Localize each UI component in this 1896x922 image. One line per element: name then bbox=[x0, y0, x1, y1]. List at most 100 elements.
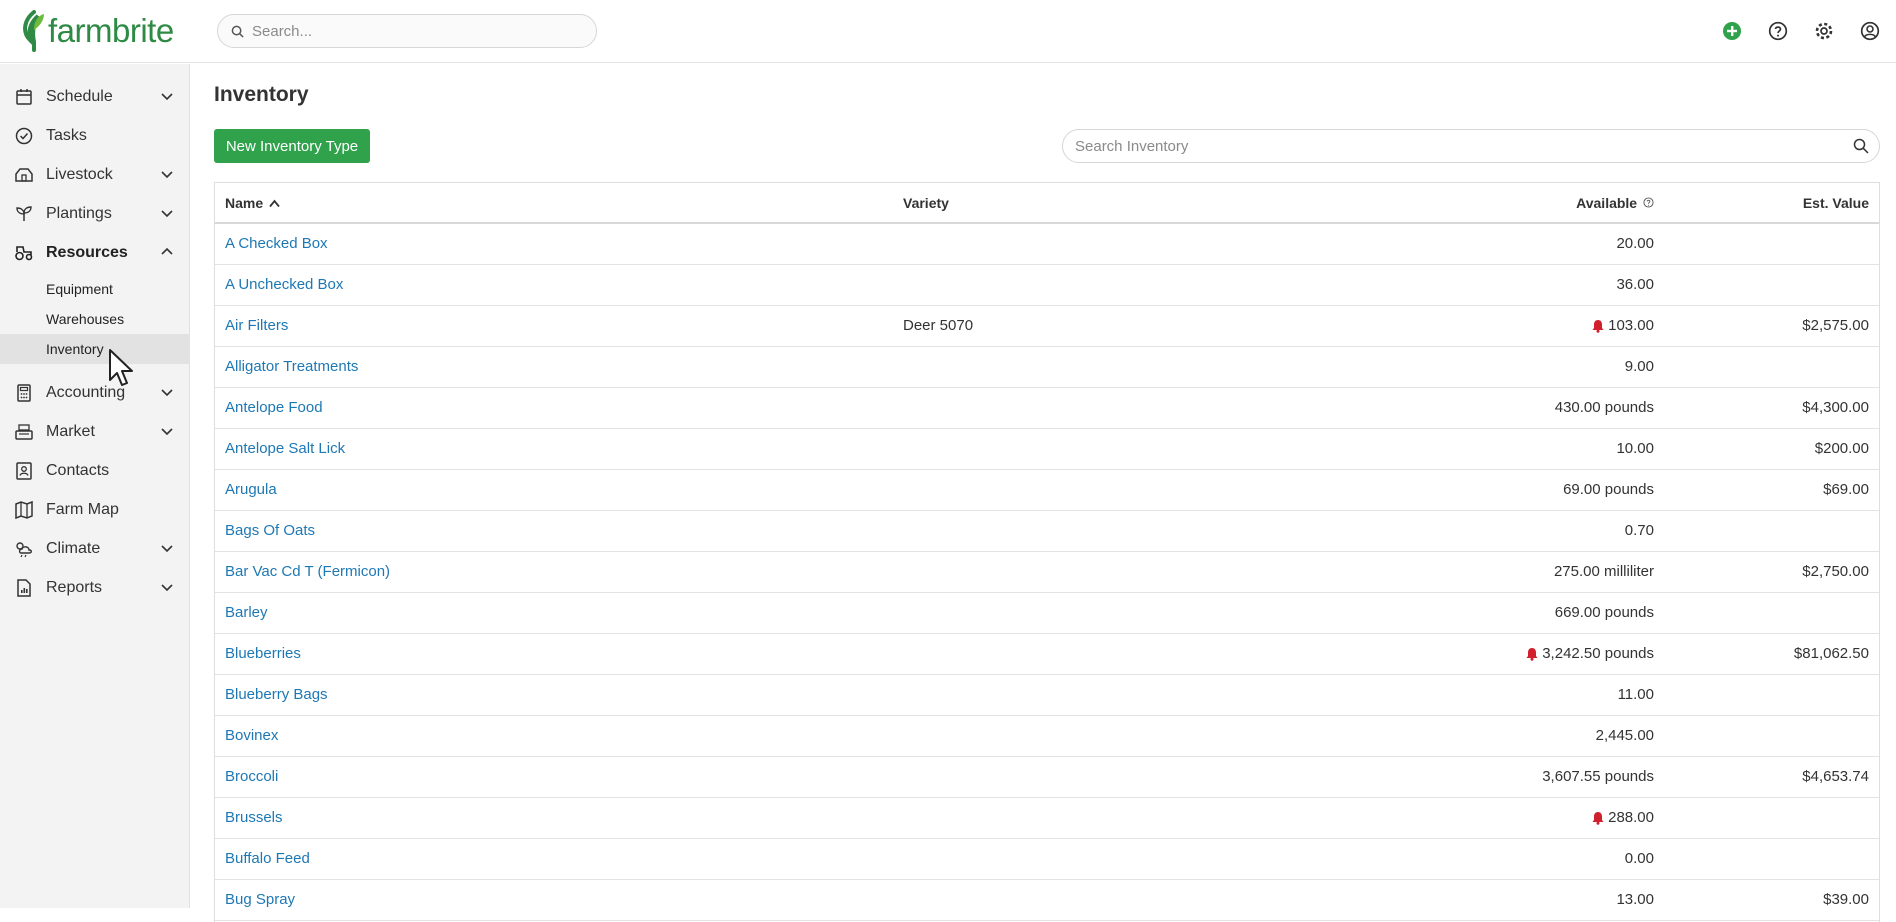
sidebar-subitem-label: Inventory bbox=[46, 341, 104, 357]
inventory-name-link[interactable]: Barley bbox=[225, 604, 268, 621]
inventory-search-input[interactable] bbox=[1075, 137, 1835, 155]
table-row[interactable]: Blueberry Bags 11.00 bbox=[215, 675, 1879, 716]
inventory-name-link[interactable]: Antelope Salt Lick bbox=[225, 440, 345, 457]
sidebar-subitem-warehouses[interactable]: Warehouses bbox=[0, 304, 190, 334]
column-header-variety[interactable]: Variety bbox=[903, 195, 949, 211]
inventory-name-link[interactable]: Bug Spray bbox=[225, 891, 295, 908]
table-row[interactable]: Air Filters Deer 5070 103.00 $2,575.00 bbox=[215, 306, 1879, 347]
inventory-name-link[interactable]: Brussels bbox=[225, 809, 283, 826]
inventory-name-link[interactable]: A Unchecked Box bbox=[225, 276, 343, 293]
table-row[interactable]: Blueberries 3,242.50 pounds $81,062.50 bbox=[215, 634, 1879, 675]
inventory-name-link[interactable]: Alligator Treatments bbox=[225, 358, 358, 375]
inventory-variety: Deer 5070 bbox=[903, 317, 974, 334]
table-row[interactable]: Buffalo Feed 0.00 bbox=[215, 839, 1879, 880]
inventory-available: 2,445.00 bbox=[1596, 727, 1654, 744]
chevron-down-icon bbox=[161, 171, 173, 179]
new-inventory-type-button[interactable]: New Inventory Type bbox=[214, 129, 370, 163]
sidebar-item-label: Resources bbox=[46, 243, 128, 261]
map-icon bbox=[15, 500, 33, 520]
farmbrite-logo[interactable]: farmbrite bbox=[20, 8, 174, 54]
sidebar-item-plantings[interactable]: Plantings bbox=[0, 194, 190, 233]
inventory-available: 11.00 bbox=[1618, 686, 1654, 703]
main-content: Inventory New Inventory Type Name Variet… bbox=[191, 64, 1896, 922]
column-header-est-value[interactable]: Est. Value bbox=[1803, 195, 1869, 211]
chevron-down-icon bbox=[161, 545, 173, 553]
inventory-search[interactable] bbox=[1062, 129, 1880, 163]
low-stock-bell-icon bbox=[1526, 647, 1538, 661]
inventory-est-value: $2,750.00 bbox=[1802, 563, 1869, 580]
inventory-name-link[interactable]: Blueberry Bags bbox=[225, 686, 328, 703]
sidebar-item-farm-map[interactable]: Farm Map bbox=[0, 490, 190, 529]
sidebar-item-resources[interactable]: Resources bbox=[0, 233, 190, 272]
report-icon bbox=[17, 579, 31, 597]
chevron-up-icon bbox=[161, 247, 173, 255]
inventory-available-value: 10.00 bbox=[1616, 440, 1654, 457]
top-icons bbox=[1718, 17, 1896, 45]
inventory-available-value: 0.70 bbox=[1624, 522, 1654, 539]
table-row[interactable]: Alligator Treatments 9.00 bbox=[215, 347, 1879, 388]
inventory-name-link[interactable]: A Checked Box bbox=[225, 235, 328, 252]
inventory-name-link[interactable]: Arugula bbox=[225, 481, 277, 498]
logo-text: farmbrite bbox=[48, 12, 174, 49]
sidebar-subitem-inventory[interactable]: Inventory bbox=[0, 334, 190, 364]
table-row[interactable]: Antelope Salt Lick 10.00 $200.00 bbox=[215, 429, 1879, 470]
sidebar: Schedule Tasks Livestock Plantings Resou… bbox=[0, 64, 190, 908]
table-row[interactable]: Barley 669.00 pounds bbox=[215, 593, 1879, 634]
inventory-name-link[interactable]: Bags Of Oats bbox=[225, 522, 315, 539]
sidebar-item-contacts[interactable]: Contacts bbox=[0, 451, 190, 490]
calculator-icon bbox=[17, 384, 31, 402]
table-row[interactable]: Bags Of Oats 0.70 bbox=[215, 511, 1879, 552]
table-row[interactable]: Bovinex 2,445.00 bbox=[215, 716, 1879, 757]
search-icon[interactable] bbox=[1853, 138, 1869, 154]
inventory-name-link[interactable]: Broccoli bbox=[225, 768, 278, 785]
global-search-input[interactable] bbox=[252, 22, 572, 40]
column-header-label: Name bbox=[225, 195, 264, 211]
sidebar-subitem-equipment[interactable]: Equipment bbox=[0, 274, 190, 304]
table-row[interactable]: A Checked Box 20.00 bbox=[215, 224, 1879, 265]
help-icon[interactable] bbox=[1764, 17, 1792, 45]
table-row[interactable]: Brussels 288.00 bbox=[215, 798, 1879, 839]
column-header-name[interactable]: Name bbox=[225, 195, 280, 211]
inventory-name-link[interactable]: Buffalo Feed bbox=[225, 850, 310, 867]
inventory-name-link[interactable]: Air Filters bbox=[225, 317, 288, 334]
inventory-available-value: 69.00 pounds bbox=[1563, 481, 1654, 498]
column-header-available[interactable]: Available bbox=[1576, 195, 1654, 211]
inventory-name-link[interactable]: Blueberries bbox=[225, 645, 301, 662]
table-row[interactable]: Bug Spray 13.00 $39.00 bbox=[215, 880, 1879, 921]
inventory-available: 69.00 pounds bbox=[1563, 481, 1654, 498]
table-row[interactable]: A Unchecked Box 36.00 bbox=[215, 265, 1879, 306]
inventory-table: Name Variety Available Est. Value A Chec… bbox=[214, 182, 1880, 922]
inventory-available: 3,242.50 pounds bbox=[1525, 645, 1654, 662]
account-user-icon[interactable] bbox=[1856, 17, 1884, 45]
add-circle-icon[interactable] bbox=[1718, 17, 1746, 45]
inventory-available-value: 430.00 pounds bbox=[1554, 399, 1654, 416]
sidebar-item-climate[interactable]: Climate bbox=[0, 529, 190, 568]
table-row[interactable]: Arugula 69.00 pounds $69.00 bbox=[215, 470, 1879, 511]
sidebar-item-market[interactable]: Market bbox=[0, 412, 190, 451]
inventory-available-value: 13.00 bbox=[1616, 891, 1654, 908]
inventory-est-value: $200.00 bbox=[1814, 440, 1869, 457]
tractor-icon bbox=[15, 246, 33, 261]
inventory-name-link[interactable]: Antelope Food bbox=[225, 399, 323, 416]
settings-gear-icon[interactable] bbox=[1810, 17, 1838, 45]
sidebar-item-accounting[interactable]: Accounting bbox=[0, 373, 190, 412]
help-icon[interactable] bbox=[1643, 197, 1654, 208]
inventory-available-value: 36.00 bbox=[1616, 276, 1654, 293]
sidebar-item-tasks[interactable]: Tasks bbox=[0, 116, 190, 155]
sidebar-item-schedule[interactable]: Schedule bbox=[0, 77, 190, 116]
inventory-available: 13.00 bbox=[1616, 891, 1654, 908]
table-row[interactable]: Broccoli 3,607.55 pounds $4,653.74 bbox=[215, 757, 1879, 798]
inventory-name-link[interactable]: Bovinex bbox=[225, 727, 278, 744]
inventory-name-link[interactable]: Bar Vac Cd T (Fermicon) bbox=[225, 563, 390, 580]
inventory-available: 103.00 bbox=[1591, 317, 1654, 334]
sidebar-item-label: Plantings bbox=[46, 204, 112, 222]
sidebar-item-reports[interactable]: Reports bbox=[0, 568, 190, 607]
table-row[interactable]: Bar Vac Cd T (Fermicon) 275.00 milliliter… bbox=[215, 552, 1879, 593]
inventory-est-value: $2,575.00 bbox=[1802, 317, 1869, 334]
global-search[interactable] bbox=[217, 14, 597, 48]
sidebar-item-livestock[interactable]: Livestock bbox=[0, 155, 190, 194]
table-row[interactable]: Antelope Food 430.00 pounds $4,300.00 bbox=[215, 388, 1879, 429]
inventory-available: 20.00 bbox=[1616, 235, 1654, 252]
inventory-available-value: 9.00 bbox=[1624, 358, 1654, 375]
search-icon bbox=[231, 25, 244, 38]
